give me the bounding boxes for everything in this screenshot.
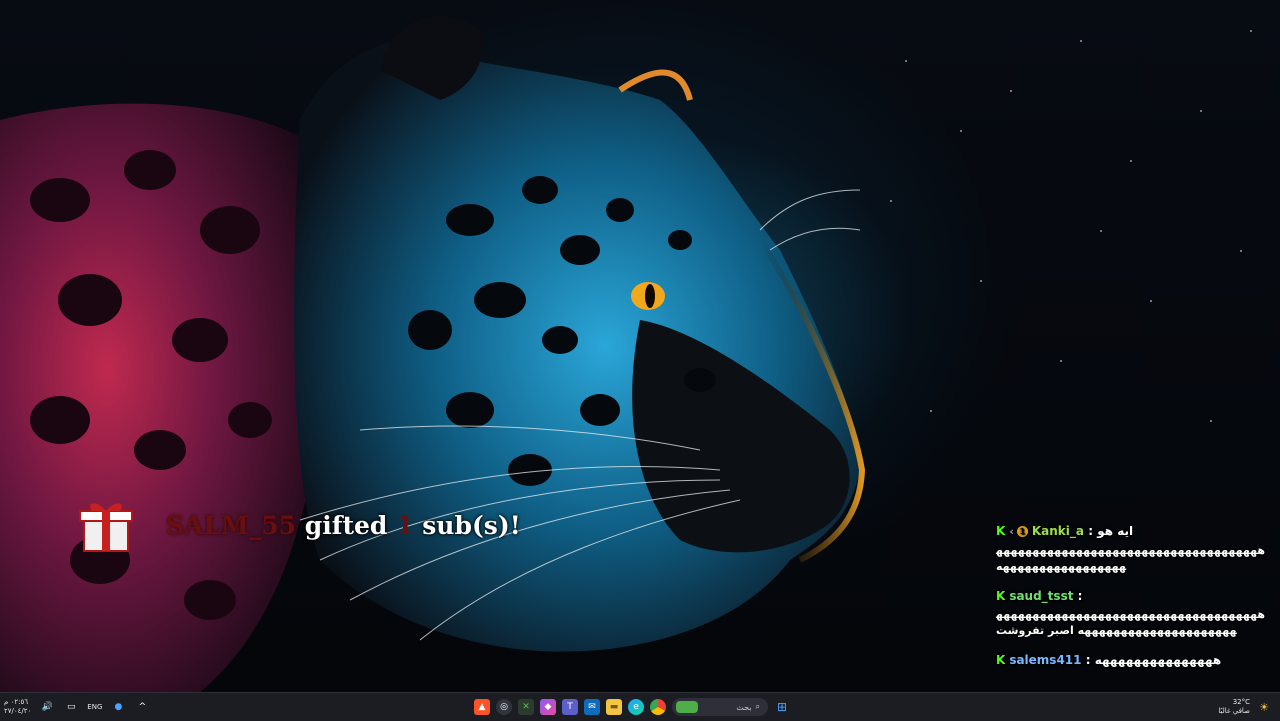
mail-icon[interactable]: ✉ xyxy=(584,699,600,715)
kick-badge-icon: K xyxy=(996,653,1006,667)
chat-username: salems411 xyxy=(1009,653,1082,667)
system-tray: ٠٢:٥٦ م ٢٧/٠٤/٢٠ 🔊 ▭ ENG ● ^ xyxy=(4,693,150,721)
weather-temp: 32°C xyxy=(1232,698,1250,706)
weather-desc: صافي غالبًا xyxy=(1218,707,1250,715)
chat-separator: : xyxy=(1085,653,1091,667)
tray-overflow-icon[interactable]: ^ xyxy=(134,699,150,715)
taskbar-apps: ▲ ◎ ✕ ◆ T ✉ ▬ e بحث ⌕ ⊞ xyxy=(474,693,790,721)
volume-icon[interactable]: 🔊 xyxy=(39,699,55,715)
chat-message: Ksalems411 : هههههههههههههههه xyxy=(996,649,1266,671)
chat-separator: : xyxy=(1088,524,1093,538)
alert-count: 1 xyxy=(396,510,414,540)
network-icon[interactable]: ▭ xyxy=(63,699,79,715)
obs-icon[interactable]: ◎ xyxy=(496,699,512,715)
search-icon: ⌕ xyxy=(755,702,760,711)
language-indicator[interactable]: ENG xyxy=(87,703,102,711)
chat-message: K ‹ 1 Kanki_a : ايه هو هههههههههههههههههههه… xyxy=(996,520,1266,575)
chat-message: Ksaud_tsst : ههههههههههههههههههههههههههه… xyxy=(996,585,1266,639)
chat-text: هههههههههههههههههههههههههههههههههههههههه… xyxy=(996,608,1266,637)
car-game-icon xyxy=(676,701,698,713)
chat-username: Kanki_a xyxy=(1031,524,1084,538)
clock[interactable]: ٠٢:٥٦ م ٢٧/٠٤/٢٠ xyxy=(4,698,31,716)
vip-badge-icon: 1 xyxy=(1016,526,1028,537)
file-explorer-icon[interactable]: ▬ xyxy=(606,699,622,715)
chat-text: هههههههههههههههههههههههههههههههههههههههه… xyxy=(996,544,1266,573)
alert-gifted-text: gifted xyxy=(304,510,388,540)
taskbar-search[interactable]: بحث ⌕ xyxy=(672,698,768,716)
alert-message: SALM_55 gifted 1 sub(s)! xyxy=(166,511,521,540)
kick-badge-icon: K xyxy=(996,589,1006,603)
kick-badge-icon: K xyxy=(996,524,1006,538)
alert-subs-text: sub(s)! xyxy=(422,510,521,540)
start-icon[interactable]: ⊞ xyxy=(774,699,790,715)
chrome-icon[interactable] xyxy=(650,699,666,715)
search-label: بحث xyxy=(736,702,752,712)
chat-separator: : xyxy=(1077,589,1083,603)
gift-box-icon xyxy=(74,497,138,553)
edge-icon[interactable]: e xyxy=(628,699,644,715)
chat-text: ايه هو xyxy=(1097,524,1134,538)
chat-overlay: K ‹ 1 Kanki_a : ايه هو هههههههههههههههههههه… xyxy=(996,520,1266,681)
microphone-icon[interactable]: ● xyxy=(110,699,126,715)
teams-icon[interactable]: T xyxy=(562,699,578,715)
xbox-icon[interactable]: ✕ xyxy=(518,699,534,715)
clock-date: ٢٧/٠٤/٢٠ xyxy=(4,707,32,715)
taskbar: ٠٢:٥٦ م ٢٧/٠٤/٢٠ 🔊 ▭ ENG ● ^ ▲ ◎ ✕ ◆ T ✉… xyxy=(0,692,1280,721)
gift-sub-alert: SALM_55 gifted 1 sub(s)! xyxy=(74,495,521,555)
clock-time: ٠٢:٥٦ م xyxy=(4,698,28,706)
weather-sun-icon: ☀ xyxy=(1259,700,1269,714)
chat-text: هههههههههههههههه xyxy=(1094,653,1222,667)
weather-widget[interactable]: 32°C صافي غالبًا ☀ xyxy=(1218,693,1272,721)
sub-badge-icon: ‹ xyxy=(1009,525,1014,538)
copilot-icon[interactable]: ◆ xyxy=(540,699,556,715)
brave-icon[interactable]: ▲ xyxy=(474,699,490,715)
alert-username: SALM_55 xyxy=(166,510,296,540)
chat-username: saud_tsst xyxy=(1009,589,1074,603)
